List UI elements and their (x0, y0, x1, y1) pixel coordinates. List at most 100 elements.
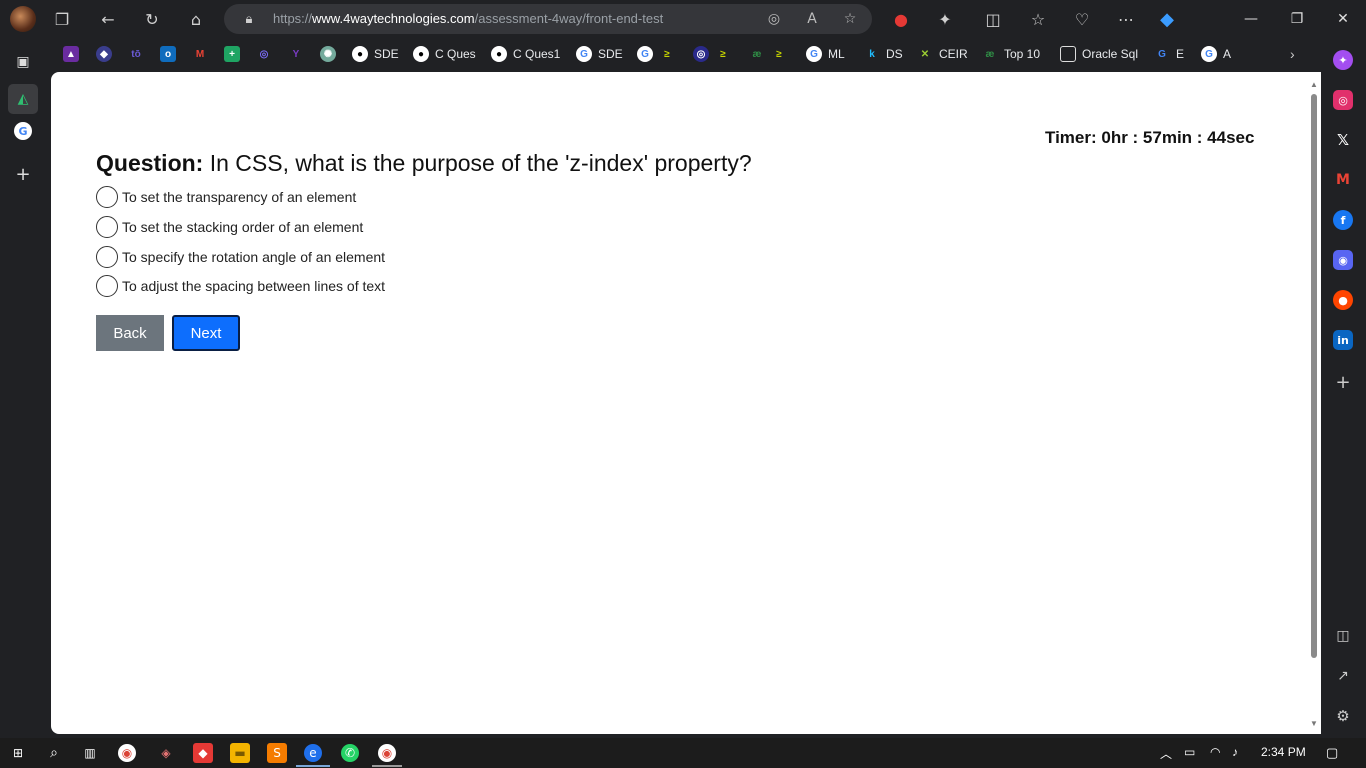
back-arrow-icon[interactable]: ← (96, 7, 120, 31)
bookmark-c-ques1[interactable]: ● C Ques1 (491, 44, 560, 64)
answer-option[interactable]: To set the stacking order of an element (96, 216, 363, 238)
bookmark-favicon[interactable]: ◎ (256, 44, 272, 64)
quiz-timer: Timer: 0hr : 57min : 44sec (1045, 128, 1255, 147)
bookmark-ds[interactable]: k DS (864, 44, 902, 64)
discord-icon[interactable]: ◉ (1333, 250, 1353, 270)
search-icon[interactable]: ⌕ (44, 743, 64, 763)
file-explorer-icon[interactable]: ▬ (230, 743, 250, 763)
scroll-up-arrow-icon[interactable]: ▲ (1310, 80, 1318, 89)
outlook-icon[interactable]: o (160, 44, 176, 64)
tab-actions-icon[interactable]: ▣ (11, 50, 35, 74)
back-button[interactable]: Back (96, 315, 164, 351)
bookmark-favicon[interactable]: tō (128, 44, 144, 64)
bookmark-top-10[interactable]: æ Top 10 (982, 44, 1040, 64)
address-bar[interactable]: 🔒︎ https://www.4waytechnologies.com/asse… (224, 4, 872, 34)
bookmark-sde-2[interactable]: G SDE (576, 44, 623, 64)
radio-button[interactable] (96, 216, 118, 238)
answer-option[interactable]: To set the transparency of an element (96, 186, 356, 208)
workspaces-icon[interactable]: ❐ (50, 7, 74, 31)
add-sidebar-app-icon[interactable]: + (1333, 372, 1353, 393)
copilot-icon[interactable]: ◆ (1155, 7, 1179, 31)
sublime-text-icon[interactable]: S (267, 743, 287, 763)
clock[interactable]: 2:34 PM (1261, 745, 1306, 759)
bookmark-favicon[interactable]: Y (288, 44, 304, 64)
bookmark-ml[interactable]: G ML (806, 44, 845, 64)
restore-icon[interactable]: ❐ (1286, 8, 1308, 30)
split-screen-icon[interactable]: ◫ (981, 7, 1005, 31)
gmail-icon[interactable]: M (192, 44, 208, 64)
notifications-icon[interactable]: ▢ (1326, 745, 1338, 761)
show-hidden-icons-icon[interactable]: ︿ (1160, 745, 1172, 762)
battery-icon[interactable]: ▭ (1184, 745, 1195, 759)
read-aloud-icon[interactable]: A (800, 7, 824, 31)
scroll-down-arrow-icon[interactable]: ▼ (1310, 719, 1318, 728)
close-icon[interactable]: ✕ (1332, 8, 1354, 30)
instagram-icon[interactable]: ◎ (1333, 90, 1353, 110)
x-twitter-icon[interactable]: 𝕏 (1333, 130, 1353, 150)
open-external-icon[interactable]: ↗ (1333, 666, 1353, 686)
url-text[interactable]: https://www.4waytechnologies.com/assessm… (273, 11, 663, 26)
facebook-icon[interactable]: f (1333, 210, 1353, 230)
browser-essentials-icon[interactable]: ♡ (1070, 7, 1094, 31)
minimize-icon[interactable]: — (1240, 8, 1262, 30)
answer-option[interactable]: To adjust the spacing between lines of t… (96, 275, 385, 297)
favorite-star-icon[interactable]: ☆ (838, 7, 862, 31)
google-icon[interactable]: G ≥ (637, 44, 675, 64)
new-tab-plus-icon[interactable]: + (11, 162, 35, 186)
google-icon: G (1201, 46, 1217, 62)
ceir-icon: ✕ (920, 48, 930, 60)
wifi-icon[interactable]: ◠ (1210, 745, 1220, 759)
bookmark-favicon[interactable]: ▲ (63, 44, 79, 64)
settings-gear-icon[interactable]: ⚙ (1333, 706, 1353, 726)
chrome-icon[interactable]: ◉ (118, 744, 136, 762)
bookmark-c-ques[interactable]: ● C Ques (413, 44, 476, 64)
extensions-icon[interactable]: ✦ (933, 7, 957, 31)
page-scrollbar[interactable]: ▲ ▼ (1309, 80, 1319, 728)
adblock-icon[interactable]: ● (889, 7, 913, 31)
chevron-right-icon[interactable]: › (1290, 44, 1295, 64)
radio-button[interactable] (96, 186, 118, 208)
bookmark-e[interactable]: GE (1154, 44, 1184, 64)
edge-sidebar: ✦ ◎ 𝕏 M f ◉ ● in + ◫ ↗ ⚙ (1321, 38, 1366, 734)
option-label: To specify the rotation angle of an elem… (122, 249, 386, 265)
gmail-icon[interactable]: M (1333, 170, 1353, 190)
chatgpt-icon[interactable]: ✺ (320, 44, 336, 64)
refresh-icon[interactable]: ↻ (140, 7, 164, 31)
google-icon: G (806, 46, 822, 62)
linkedin-icon[interactable]: in (1333, 330, 1353, 350)
task-view-icon[interactable]: ▥ (80, 743, 100, 763)
answer-option[interactable]: To specify the rotation angle of an elem… (96, 246, 385, 268)
home-icon[interactable]: ⌂ (184, 7, 208, 31)
bookmark-favicon[interactable]: ◆ (96, 44, 112, 64)
chrome-icon[interactable]: ◉ (378, 744, 396, 762)
app-icon[interactable]: ◈ (156, 743, 176, 763)
more-options-icon[interactable]: ⋯ (1114, 7, 1138, 31)
geeksforgeeks-icon[interactable]: æ ≥ (749, 44, 787, 64)
profile-avatar[interactable] (10, 6, 36, 32)
bookmark-oracle-sql[interactable]: Oracle Sql (1060, 44, 1138, 64)
whatsapp-icon[interactable]: ✆ (341, 744, 359, 762)
bookmarks-bar: ▲ ◆ tō o M + ◎ Y ✺ ● SDE ● C Ques ● C Ques1… (0, 38, 1366, 70)
windows-start-icon[interactable]: ⊞ (8, 743, 28, 763)
bookmark-a[interactable]: GA (1201, 44, 1231, 64)
messenger-icon[interactable]: ✦ (1333, 50, 1353, 70)
scroll-thumb[interactable] (1311, 94, 1317, 658)
bookmark-ceir[interactable]: ✕ CEIR (917, 44, 968, 64)
favorites-icon[interactable]: ☆ (1026, 7, 1050, 31)
bookmark-favicon[interactable]: ◎ ≥ (693, 44, 731, 64)
tab-4way-icon[interactable]: ◭ (8, 84, 38, 114)
location-icon[interactable]: ◎ (762, 7, 786, 31)
sheets-icon[interactable]: + (224, 44, 240, 64)
reddit-icon[interactable]: ● (1333, 290, 1353, 310)
next-button[interactable]: Next (172, 315, 240, 351)
volume-icon[interactable]: ♪ (1232, 745, 1238, 759)
edge-icon[interactable]: e (304, 744, 322, 762)
radio-button[interactable] (96, 275, 118, 297)
sidebar-toggle-icon[interactable]: ◫ (1333, 626, 1353, 646)
radio-button[interactable] (96, 246, 118, 268)
bookmark-sde-1[interactable]: ● SDE (352, 44, 399, 64)
lock-icon[interactable]: 🔒︎ (240, 10, 258, 28)
tab-google-icon[interactable]: G (14, 122, 32, 140)
anydesk-icon[interactable]: ◆ (193, 743, 213, 763)
web-page: Timer: 0hr : 57min : 44sec Question: In … (51, 72, 1321, 734)
